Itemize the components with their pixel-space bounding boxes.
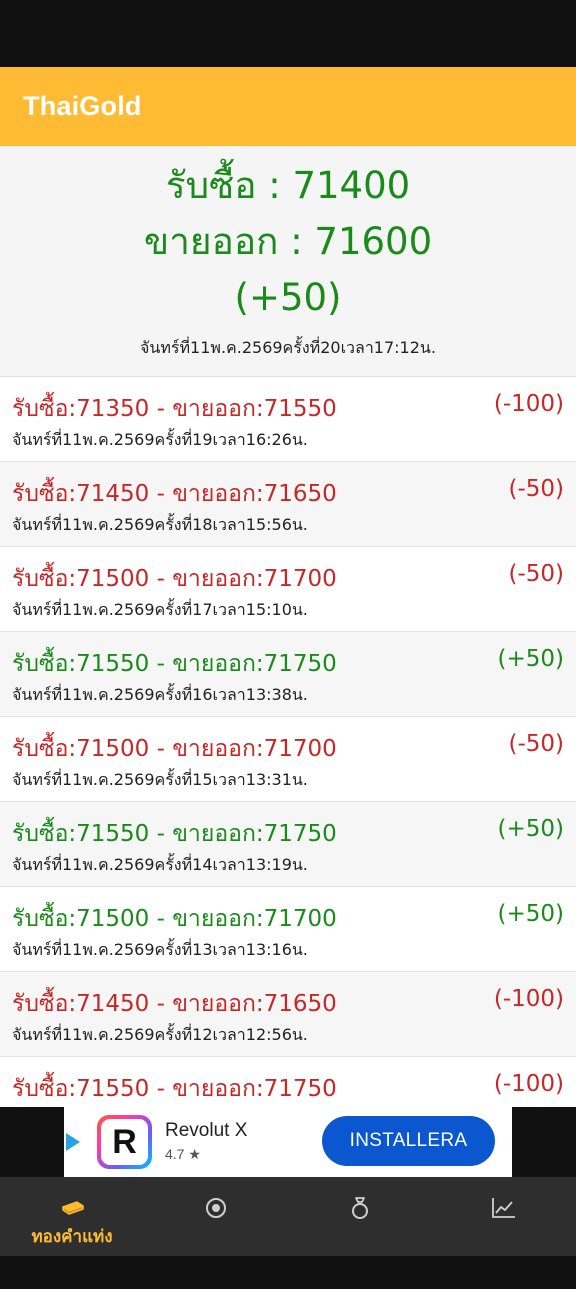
history-row[interactable]: รับซื้อ:71500 - ขายออก:71700 (-50) จันทร… [0,717,576,802]
history-change: (-50) [508,561,564,587]
history-price: รับซื้อ:71500 - ขายออก:71700 [12,736,337,762]
ad-logo-letter: R [101,1119,148,1165]
nav-item-trend-chart[interactable] [432,1177,576,1256]
history-change: (+50) [497,646,564,672]
history-change: (-100) [493,986,564,1012]
nav-item-target[interactable] [144,1177,288,1256]
nav-item-ring[interactable] [288,1177,432,1256]
history-change: (-100) [493,391,564,417]
gold-bar-icon [59,1195,85,1221]
app-title: ThaiGold [23,91,142,121]
history-row[interactable]: รับซื้อ:71500 - ขายออก:71700 (-50) จันทร… [0,547,576,632]
announcement-time: จันทร์ที่11พ.ค.2569ครั้งที่20เวลา17:12น. [140,338,436,357]
system-navigation-bar [0,1256,576,1289]
history-row[interactable]: รับซื้อ:71450 - ขายออก:71650 (-100) จันท… [0,972,576,1057]
latest-price-summary: รับซื้อ : 71400 ขายออก : 71600 (+50) จัน… [0,146,576,377]
history-price: รับซื้อ:71500 - ขายออก:71700 [12,906,337,932]
history-price: รับซื้อ:71550 - ขายออก:71750 [12,651,337,677]
ad-choices-icon[interactable] [66,1133,80,1151]
history-change: (-50) [508,731,564,757]
history-time: จันทร์ที่11พ.ค.2569ครั้งที่13เวลา13:16น. [12,940,308,959]
history-time: จันทร์ที่11พ.ค.2569ครั้งที่19เวลา16:26น. [12,430,308,449]
ad-install-button[interactable]: INSTALLERA [322,1116,495,1166]
app-bar: ThaiGold [0,67,576,146]
nav-item-gold-bar[interactable]: ทองคำแท่ง [0,1177,144,1256]
bottom-navigation: ทองคำแท่ง [0,1177,576,1256]
history-price: รับซื้อ:71550 - ขายออก:71750 [12,1076,337,1102]
ring-icon [347,1195,373,1221]
history-price: รับซื้อ:71350 - ขายออก:71550 [12,396,337,422]
history-time: จันทร์ที่11พ.ค.2569ครั้งที่12เวลา12:56น. [12,1025,308,1044]
history-time: จันทร์ที่11พ.ค.2569ครั้งที่18เวลา15:56น. [12,515,308,534]
price-change: (+50) [234,276,342,319]
ad-app-rating: 4.7 ★ [165,1146,201,1162]
history-row[interactable]: รับซื้อ:71500 - ขายออก:71700 (+50) จันทร… [0,887,576,972]
history-row[interactable]: รับซื้อ:71450 - ขายออก:71650 (-50) จันทร… [0,462,576,547]
target-icon [203,1195,229,1221]
history-time: จันทร์ที่11พ.ค.2569ครั้งที่15เวลา13:31น. [12,770,308,789]
history-price: รับซื้อ:71450 - ขายออก:71650 [12,481,337,507]
history-time: จันทร์ที่11พ.ค.2569ครั้งที่16เวลา13:38น. [12,685,308,704]
buy-price: รับซื้อ : 71400 [165,164,411,207]
history-price: รับซื้อ:71550 - ขายออก:71750 [12,821,337,847]
ad-card[interactable]: R Revolut X 4.7 ★ INSTALLERA [64,1107,512,1177]
history-change: (-100) [493,1071,564,1097]
history-price: รับซื้อ:71500 - ขายออก:71700 [12,566,337,592]
sell-price: ขายออก : 71600 [143,220,433,263]
history-price: รับซื้อ:71450 - ขายออก:71650 [12,991,337,1017]
history-row[interactable]: รับซื้อ:71550 - ขายออก:71750 (+50) จันทร… [0,802,576,887]
ad-app-logo[interactable]: R [97,1115,152,1169]
history-time: จันทร์ที่11พ.ค.2569ครั้งที่17เวลา15:10น. [12,600,308,619]
history-change: (+50) [497,901,564,927]
history-time: จันทร์ที่11พ.ค.2569ครั้งที่14เวลา13:19น. [12,855,308,874]
ad-banner: R Revolut X 4.7 ★ INSTALLERA [0,1107,576,1177]
trend-chart-icon [491,1195,517,1221]
history-row[interactable]: รับซื้อ:71550 - ขายออก:71750 (+50) จันทร… [0,632,576,717]
main-content[interactable]: รับซื้อ : 71400 ขายออก : 71600 (+50) จัน… [0,146,576,1107]
history-change: (-50) [508,476,564,502]
history-row[interactable]: รับซื้อ:71350 - ขายออก:71550 (-100) จันท… [0,377,576,462]
price-history-list[interactable]: รับซื้อ:71350 - ขายออก:71550 (-100) จันท… [0,377,576,1107]
nav-label-gold-bar: ทองคำแท่ง [31,1227,113,1247]
history-change: (+50) [497,816,564,842]
status-bar [0,0,576,67]
history-row[interactable]: รับซื้อ:71550 - ขายออก:71750 (-100) [0,1057,576,1107]
ad-app-name[interactable]: Revolut X [165,1120,247,1142]
